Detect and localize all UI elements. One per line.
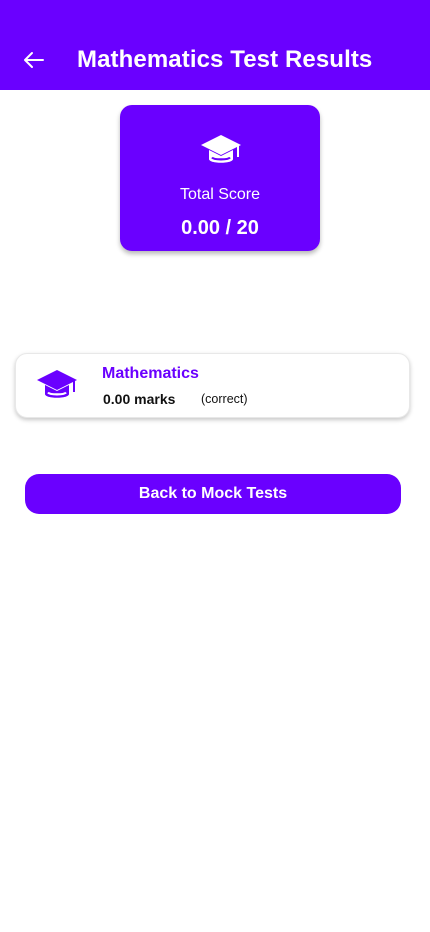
graduation-cap-icon [201,135,241,163]
total-score-value: 0.00 / 20 [181,217,259,239]
subject-name: Mathematics [102,365,199,382]
arrow-left-icon [24,52,44,68]
subject-status: (correct) [201,392,248,406]
total-score-label: Total Score [179,186,261,203]
graduation-cap-icon [37,370,77,398]
subject-result-card[interactable]: Mathematics 0.00 marks (correct) [15,353,410,418]
page-title: Mathematics Test Results [77,46,373,73]
subject-marks: 0.00 marks [103,391,176,407]
total-score-card: Total Score 0.00 / 20 [120,105,320,251]
back-button[interactable] [18,44,50,76]
app-header: Mathematics Test Results [0,0,430,90]
back-to-mock-tests-button[interactable]: Back to Mock Tests [25,474,401,514]
